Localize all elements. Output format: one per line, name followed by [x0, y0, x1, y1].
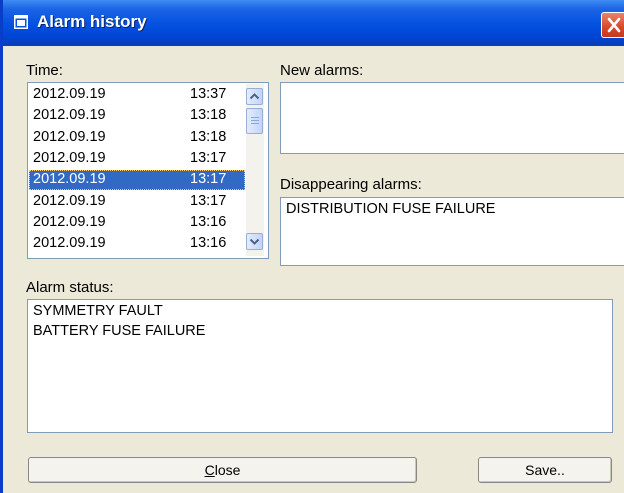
time-listbox[interactable]: 2012.09.19 13:37 2012.09.19 13:18 2012.09.19…: [27, 82, 269, 259]
row-date: 2012.09.19: [33, 86, 106, 102]
time-list-row[interactable]: 2012.09.19 13:16: [29, 213, 245, 233]
time-list-row[interactable]: 2012.09.19 13:16: [29, 234, 245, 254]
time-list-row[interactable]: 2012.09.19 13:17: [29, 192, 245, 212]
disappearing-alarm-item: DISTRIBUTION FUSE FAILURE: [286, 201, 496, 217]
alarm-history-window: Alarm history Time: 2012.09.19 13:37 2012.…: [0, 0, 624, 493]
window-icon: [14, 15, 28, 29]
close-button-mnemonic: C: [204, 462, 215, 478]
alarm-status-textbox[interactable]: SYMMETRY FAULT BATTERY FUSE FAILURE: [27, 299, 613, 433]
time-list-row[interactable]: 2012.09.19 13:18: [29, 128, 245, 148]
new-alarms-label: New alarms:: [280, 62, 364, 79]
window-title: Alarm history: [37, 12, 147, 31]
new-alarms-textbox[interactable]: [280, 82, 624, 154]
row-time: 13:17: [190, 192, 227, 209]
row-time: 13:18: [190, 107, 227, 124]
row-date: 2012.09.19: [33, 235, 106, 252]
alarm-status-item: SYMMETRY FAULT: [33, 303, 163, 319]
close-window-button[interactable]: [601, 12, 624, 38]
scroll-down-arrow-icon: [249, 238, 260, 245]
disappearing-alarms-textbox[interactable]: DISTRIBUTION FUSE FAILURE: [280, 197, 624, 266]
time-list-scrollbar[interactable]: [246, 84, 264, 256]
title-bar[interactable]: Alarm history: [3, 0, 624, 46]
time-list-row[interactable]: 2012.09.19 13:17: [29, 170, 245, 191]
close-button-label: lose: [214, 462, 241, 478]
row-date: 2012.09.19: [33, 213, 106, 230]
time-label: Time:: [26, 62, 63, 79]
row-time: 13:17: [190, 149, 227, 166]
row-date: 2012.09.19: [33, 149, 106, 166]
row-time: 13:16: [190, 235, 227, 252]
time-list-row[interactable]: 2012.09.19 13:37: [29, 85, 245, 105]
alarm-status-item: BATTERY FUSE FAILURE: [33, 323, 206, 339]
close-x-icon: [607, 17, 621, 33]
row-date: 2012.09.19: [33, 192, 106, 209]
scroll-down-button[interactable]: [246, 233, 263, 250]
row-time: 13:18: [190, 128, 227, 145]
scroll-up-button[interactable]: [246, 88, 263, 105]
alarm-status-label: Alarm status:: [26, 279, 114, 296]
row-date: 2012.09.19: [33, 107, 106, 124]
save-button[interactable]: Save..: [478, 457, 612, 483]
disappearing-alarms-label: Disappearing alarms:: [280, 176, 422, 193]
close-button[interactable]: Close: [28, 457, 417, 483]
row-date: 2012.09.19: [33, 128, 106, 145]
row-time: 13:37: [190, 86, 227, 102]
scroll-thumb[interactable]: [246, 108, 263, 134]
time-list-row[interactable]: 2012.09.19 13:17: [29, 149, 245, 169]
scroll-up-arrow-icon: [249, 93, 260, 100]
row-time: 13:17: [190, 171, 227, 188]
time-list-row[interactable]: 2012.09.19 13:18: [29, 106, 245, 126]
row-time: 13:16: [190, 213, 227, 230]
row-date: 2012.09.19: [33, 171, 106, 188]
